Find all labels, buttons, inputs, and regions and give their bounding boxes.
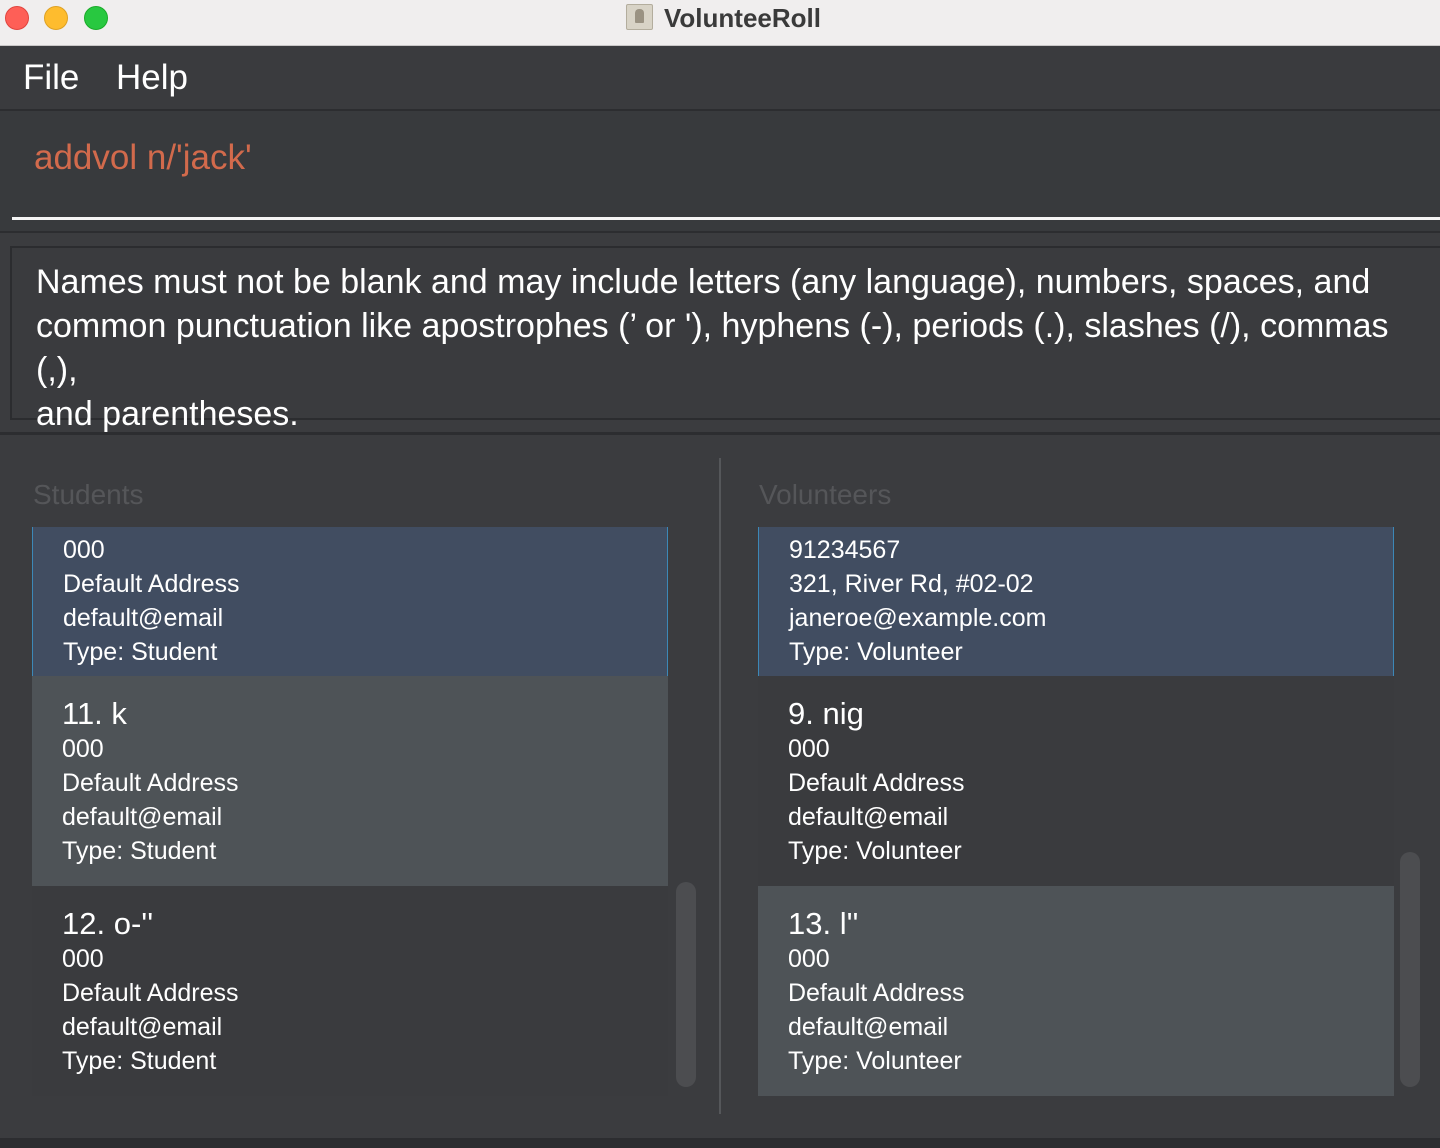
result-display: Names must not be blank and may include … xyxy=(10,246,1440,433)
card-email: default@email xyxy=(62,1013,223,1041)
card-address: Default Address xyxy=(788,979,965,1007)
volunteer-card[interactable]: 91234567 321, River Rd, #02-02 janeroe@e… xyxy=(758,527,1394,694)
card-address: Default Address xyxy=(62,769,239,797)
card-address: Default Address xyxy=(63,570,240,598)
card-type: Type: Volunteer xyxy=(788,1047,962,1075)
card-email: default@email xyxy=(788,1013,949,1041)
card-address: Default Address xyxy=(62,979,239,1007)
close-window-button[interactable] xyxy=(5,6,29,30)
card-phone: 000 xyxy=(788,945,830,973)
volunteers-list[interactable]: 91234567 321, River Rd, #02-02 janeroe@e… xyxy=(758,527,1394,1096)
volunteers-scrollbar[interactable] xyxy=(1400,852,1420,1087)
maximize-window-button[interactable] xyxy=(84,6,108,30)
card-type: Type: Student xyxy=(62,837,217,865)
volunteers-panel-title: Volunteers xyxy=(759,479,892,510)
app-icon xyxy=(626,4,653,30)
student-card[interactable]: 12. o-'' 000 Default Address default@ema… xyxy=(32,886,668,1096)
window-titlebar: VolunteeRoll xyxy=(0,0,1440,46)
card-phone: 000 xyxy=(62,945,104,973)
result-line: Names must not be blank and may include … xyxy=(36,263,1371,301)
card-email: janeroe@example.com xyxy=(789,604,1047,632)
card-name: 9. nig xyxy=(788,696,864,731)
card-type: Type: Volunteer xyxy=(789,638,963,666)
menu-bar: File Help xyxy=(0,47,1440,111)
panel-divider xyxy=(719,458,721,1114)
card-name: 11. k xyxy=(62,696,127,731)
student-card[interactable]: 11. k 000 Default Address default@email … xyxy=(32,676,668,886)
status-bar xyxy=(0,1138,1440,1148)
result-line: common punctuation like apostrophes (’ o… xyxy=(36,307,1389,389)
card-email: default@email xyxy=(63,604,224,632)
window-title: VolunteeRoll xyxy=(664,3,821,33)
card-phone: 000 xyxy=(788,735,830,763)
card-type: Type: Student xyxy=(62,1047,217,1075)
card-address: 321, River Rd, #02-02 xyxy=(789,570,1034,598)
card-phone: 91234567 xyxy=(789,536,901,564)
students-scrollbar[interactable] xyxy=(676,882,696,1087)
card-email: default@email xyxy=(788,803,949,831)
command-input[interactable]: addvol n/'jack' xyxy=(34,137,252,179)
minimize-window-button[interactable] xyxy=(44,6,68,30)
menu-file[interactable]: File xyxy=(23,57,79,99)
command-box[interactable]: addvol n/'jack' xyxy=(0,111,1440,233)
card-type: Type: Volunteer xyxy=(788,837,962,865)
section-divider xyxy=(0,432,1440,435)
card-type: Type: Student xyxy=(63,638,218,666)
volunteer-card[interactable]: 13. l'' 000 Default Address default@emai… xyxy=(758,886,1394,1096)
result-message: Names must not be blank and may include … xyxy=(36,260,1396,436)
card-name: 12. o-'' xyxy=(62,906,154,941)
card-email: default@email xyxy=(62,803,223,831)
students-panel-title: Students xyxy=(33,479,144,510)
students-list[interactable]: 000 Default Address default@email Type: … xyxy=(32,527,670,1096)
command-underline xyxy=(12,217,1440,220)
card-address: Default Address xyxy=(788,769,965,797)
card-name: 13. l'' xyxy=(788,906,859,941)
card-phone: 000 xyxy=(63,536,105,564)
volunteer-card[interactable]: 9. nig 000 Default Address default@email… xyxy=(758,676,1394,886)
card-phone: 000 xyxy=(62,735,104,763)
student-card[interactable]: 000 Default Address default@email Type: … xyxy=(32,527,668,694)
result-line: and parentheses. xyxy=(36,395,299,433)
menu-help[interactable]: Help xyxy=(116,57,188,99)
